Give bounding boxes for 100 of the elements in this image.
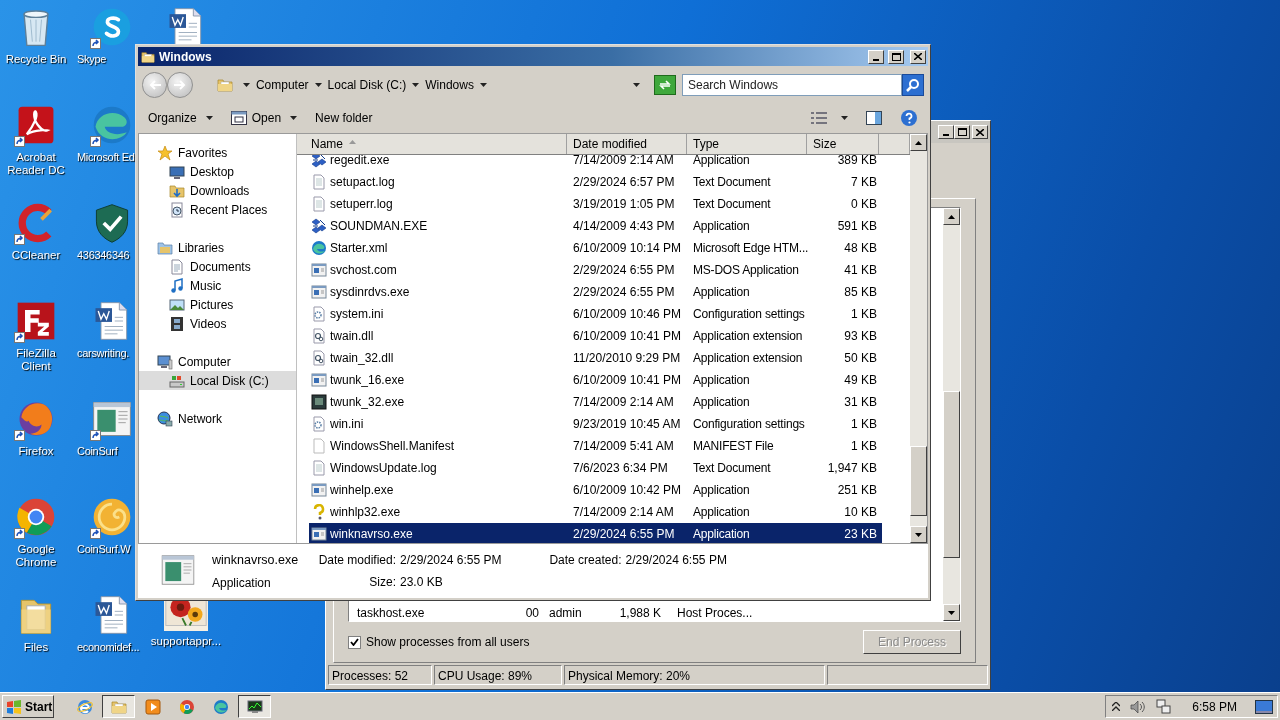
- column-header[interactable]: Date modified: [567, 134, 687, 154]
- scroll-thumb[interactable]: [943, 391, 960, 558]
- download-folder-icon: [169, 182, 185, 199]
- show-desktop-button[interactable]: [1255, 699, 1273, 714]
- maximize-button[interactable]: [954, 125, 970, 139]
- minimize-button[interactable]: [938, 125, 954, 139]
- file-row[interactable]: setuperr.log 3/19/2019 1:05 PM Text Document 0 KB: [309, 193, 882, 215]
- nav-item[interactable]: Local Disk (C:): [139, 371, 296, 390]
- file-date: 7/14/2009 2:14 AM: [572, 155, 675, 169]
- ring-icon: [178, 698, 195, 715]
- file-row[interactable]: twunk_16.exe 6/10/2009 10:41 PM Application 49 KB: [309, 369, 882, 391]
- file-row[interactable]: win.ini 9/23/2019 10:45 AM Configuration settings 1 KB: [309, 413, 882, 435]
- play-icon: [144, 698, 161, 715]
- scroll-thumb[interactable]: [910, 446, 927, 516]
- preview-pane-button[interactable]: [866, 111, 882, 125]
- back-button[interactable]: [142, 71, 168, 98]
- file-row[interactable]: sysdinrdvs.exe 2/29/2024 6:55 PM Application 85 KB: [309, 281, 882, 303]
- column-header[interactable]: Size: [807, 134, 879, 154]
- nav-item[interactable]: Downloads: [139, 181, 296, 200]
- file-type: Application: [692, 394, 751, 411]
- toolbar-button[interactable]: Open: [230, 109, 298, 127]
- file-row[interactable]: setupact.log 2/29/2024 6:57 PM Text Document 7 KB: [309, 171, 882, 193]
- nav-item[interactable]: Videos: [139, 314, 296, 333]
- app-window-icon: [311, 372, 327, 388]
- desktop-icon-label[interactable]: economidef...: [77, 641, 140, 654]
- taskbar-button[interactable]: [238, 695, 271, 718]
- search-field[interactable]: Search Windows: [682, 73, 902, 96]
- toolbar-button[interactable]: New folder: [315, 109, 373, 127]
- breadcrumb-item[interactable]: Windows: [425, 75, 474, 94]
- column-header[interactable]: Name: [297, 134, 567, 154]
- file-row[interactable]: WindowsShell.Manifest 7/14/2009 5:41 AM MANIFEST File 1 KB: [309, 435, 882, 457]
- property-label: Date created:: [549, 552, 622, 569]
- start-button[interactable]: Start: [2, 695, 54, 718]
- minimize-button[interactable]: [868, 49, 884, 64]
- view-options-button[interactable]: [811, 112, 848, 124]
- scrollbar[interactable]: [910, 134, 927, 543]
- cubes-icon: [311, 218, 327, 234]
- desktop-icon-label[interactable]: Firefox: [0, 445, 72, 458]
- app-window-icon: [311, 262, 327, 278]
- file-row[interactable]: winhlp32.exe 7/14/2009 2:14 AM Application 10 KB: [309, 501, 882, 523]
- desktop-icon-label[interactable]: Google Chrome: [0, 543, 72, 569]
- file-size: 1 KB: [850, 306, 878, 323]
- close-button[interactable]: [972, 125, 988, 139]
- search-button[interactable]: [902, 73, 924, 96]
- nav-item[interactable]: Favorites: [139, 143, 296, 162]
- nav-item[interactable]: Music: [139, 276, 296, 295]
- file-size: 389 KB: [836, 155, 878, 169]
- status-bar-cell: Processes: 52: [328, 665, 432, 685]
- search-icon: [906, 77, 920, 92]
- shortcut-arrow-icon: [14, 332, 25, 343]
- file-row[interactable]: twunk_32.exe 7/14/2009 2:14 AM Application 31 KB: [309, 391, 882, 413]
- desktop-icon: [1255, 699, 1273, 714]
- breadcrumb-item[interactable]: Local Disk (C:): [327, 75, 407, 94]
- desktop-icon-label[interactable]: CoinSurf.W: [77, 543, 131, 556]
- forward-button[interactable]: [167, 71, 193, 98]
- clock[interactable]: 6:58 PM: [1192, 697, 1237, 716]
- app-window-icon: [311, 482, 327, 498]
- file-row[interactable]: SOUNDMAN.EXE 4/14/2009 4:43 PM Application 591 KB: [309, 215, 882, 237]
- desktop-icon-label[interactable]: Files: [0, 641, 72, 654]
- details-view-icon: [811, 112, 827, 124]
- file-row[interactable]: system.ini 6/10/2009 10:46 PM Configuration settings 1 KB: [309, 303, 882, 325]
- help-button[interactable]: [900, 109, 918, 127]
- breadcrumb-item[interactable]: Computer: [255, 75, 309, 94]
- file-row[interactable]: twain.dll 6/10/2009 10:41 PM Application extension 93 KB: [309, 325, 882, 347]
- gear-document-icon: [311, 350, 327, 366]
- desktop-icon-label[interactable]: 436346346: [77, 249, 130, 262]
- question-mark-icon: [311, 504, 327, 520]
- taskbar-button[interactable]: [102, 695, 135, 718]
- checkbox[interactable]: [348, 635, 361, 649]
- file-row[interactable]: winhelp.exe 6/10/2009 10:42 PM Application 251 KB: [309, 479, 882, 501]
- sort-arrow-icon: [349, 140, 356, 144]
- desktop-icon-label[interactable]: CoinSurf: [77, 445, 118, 458]
- toolbar-button[interactable]: Organize: [148, 109, 213, 127]
- desktop-icon-label[interactable]: Microsoft Ed: [77, 151, 135, 164]
- close-button[interactable]: [910, 49, 926, 64]
- scrollbar[interactable]: [943, 208, 960, 621]
- nav-item[interactable]: Recent Places: [139, 200, 296, 219]
- file-type: Application: [692, 482, 751, 499]
- file-size: 93 KB: [843, 328, 878, 345]
- file-row[interactable]: svchost.com 2/29/2024 6:55 PM MS-DOS Application 41 KB: [309, 259, 882, 281]
- desktop-icon-label[interactable]: FileZilla Client: [0, 347, 72, 373]
- checkbox-label[interactable]: Show processes from all users: [366, 633, 530, 651]
- file-row[interactable]: WindowsUpdate.log 7/6/2023 6:34 PM Text Document 1,947 KB: [309, 457, 882, 479]
- file-row[interactable]: Starter.xml 6/10/2009 10:14 PM Microsoft Edge HTM... 48 KB: [309, 237, 882, 259]
- file-date: 7/14/2009 2:14 AM: [572, 504, 675, 521]
- nav-item[interactable]: Pictures: [139, 295, 296, 314]
- maximize-button[interactable]: [888, 49, 904, 64]
- file-row[interactable]: winknavrso.exe 2/29/2024 6:55 PM Application 23 KB: [309, 523, 882, 543]
- desktop-icon-label[interactable]: carswriting.: [77, 347, 130, 360]
- file-row[interactable]: regedit.exe 7/14/2009 2:14 AM Application 389 KB: [309, 155, 882, 171]
- nav-item[interactable]: Desktop: [139, 162, 296, 181]
- column-header[interactable]: Type: [687, 134, 807, 154]
- nav-item[interactable]: Documents: [139, 257, 296, 276]
- refresh-button[interactable]: [654, 74, 676, 95]
- file-type: Text Document: [692, 196, 772, 213]
- nav-item[interactable]: Libraries: [139, 238, 296, 257]
- nav-item[interactable]: Network: [139, 409, 296, 428]
- nav-item[interactable]: Computer: [139, 352, 296, 371]
- file-row[interactable]: twain_32.dll 11/20/2010 9:29 PM Application extension 50 KB: [309, 347, 882, 369]
- desktop-icon-label[interactable]: supportappr...: [150, 635, 222, 648]
